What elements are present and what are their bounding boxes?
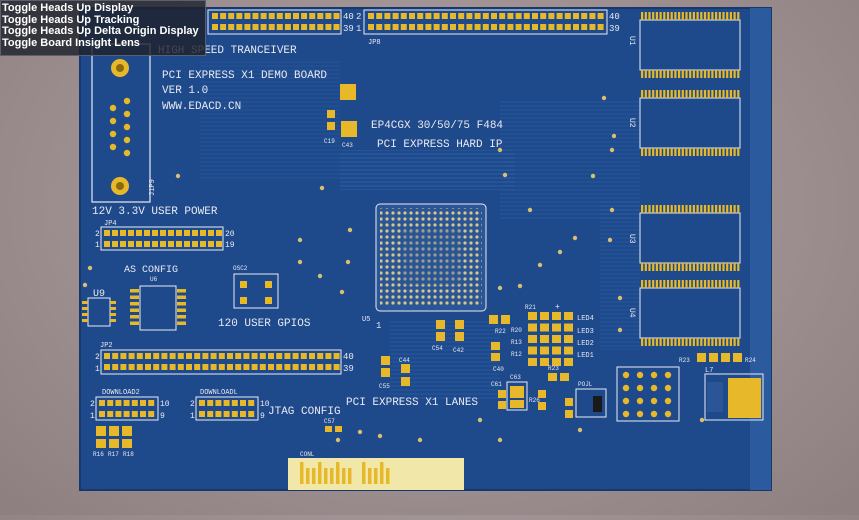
refdes-pcie-conn: CONL [300, 451, 315, 458]
pcie-edge-connector [288, 458, 464, 490]
pad-c-large [340, 84, 356, 100]
refdes-led1: LED1 [577, 352, 594, 360]
pin-label: 20 [225, 230, 235, 239]
refdes-r23: R23 [548, 365, 559, 372]
pin-label: 1 [356, 24, 361, 34]
refdes-jp2: JP2 [100, 342, 113, 350]
refdes-c43: C43 [342, 142, 353, 149]
menu-toggle-insight-lens[interactable]: Toggle Board Insight Lens [2, 37, 205, 50]
refdes-jp8: JP8 [368, 39, 381, 47]
refdes-r23b: R23 [679, 357, 690, 364]
pin-label: 40 [343, 12, 354, 22]
inductor-pad [728, 378, 761, 418]
silk-fpga: EP4CGX 30/50/75 F484 [371, 120, 503, 132]
refdes-r24: R24 [745, 357, 756, 364]
pin-label: 2 [356, 12, 361, 22]
pin-label: 19 [225, 241, 235, 250]
pin-label: 39 [609, 24, 620, 34]
pin-label: 40 [609, 12, 620, 22]
pin-label: 2 [95, 230, 100, 239]
refdes-c54: C54 [432, 345, 443, 352]
pin-label: 1 [95, 365, 100, 374]
pin-label: 9 [160, 412, 165, 421]
pin-label: 1 [376, 321, 381, 331]
refdes-u2: U2 [627, 118, 636, 128]
menu-toggle-heads-up-display[interactable]: Toggle Heads Up Display [2, 2, 205, 15]
silk-download2: DOWNLOAD2 [102, 389, 140, 397]
refdes-r18: R18 [123, 451, 134, 458]
pin-label: 2 [95, 353, 100, 362]
refdes-c61: C61 [491, 381, 502, 388]
silk-title-line3: WWW.EDACD.CN [162, 101, 241, 113]
fpga-bga-chip [375, 203, 487, 312]
refdes-u3: U3 [627, 234, 636, 244]
silk-hard-ip: PCI EXPRESS HARD IP [377, 139, 503, 151]
refdes-led4: LED4 [577, 315, 594, 323]
pin-label: 2 [90, 400, 95, 409]
refdes-u6: U6 [150, 276, 158, 283]
refdes-c44: C44 [399, 357, 410, 364]
silk-title-line2: VER 1.0 [162, 85, 208, 97]
silk-download: DOWNLOADL [200, 389, 238, 397]
hud-menu: Toggle Heads Up Display Toggle Heads Up … [0, 0, 206, 56]
pin-label: 1 [190, 412, 195, 421]
refdes-led2: LED2 [577, 340, 594, 348]
pin-label: 9 [260, 412, 265, 421]
refdes-power: POJL [578, 381, 593, 388]
refdes-c40: C40 [493, 366, 504, 373]
refdes-c42: C42 [453, 347, 464, 354]
silk-as-config: AS CONFIG [124, 265, 178, 276]
refdes-u1: U1 [627, 36, 636, 46]
pin-label: 2 [190, 400, 195, 409]
silk-power: 12V 3.3V USER POWER [92, 206, 218, 218]
pcb-3d-viewport[interactable]: 40 39 2 1 40 39 JP8 HIGH SPEED TRANCEIVE… [0, 0, 859, 515]
refdes-r13: R13 [511, 339, 522, 346]
pin-label: 10 [160, 400, 170, 409]
refdes-r12: R12 [511, 351, 522, 358]
silk-lanes: PCI EXPRESS X1 LANES [346, 397, 478, 409]
refdes-r22: R22 [495, 328, 506, 335]
refdes-c19: C19 [324, 138, 335, 145]
polarity-mark: + [555, 303, 560, 312]
pin-label: 39 [343, 364, 354, 374]
pin-label: 39 [343, 24, 354, 34]
silk-jtag: JTAG CONFIG [268, 406, 341, 418]
pin-label: 1 [90, 412, 95, 421]
refdes-c63: C63 [510, 374, 521, 381]
refdes-u5: U5 [362, 316, 370, 324]
refdes-osc2: OSC2 [233, 265, 248, 272]
pin-label: 1 [95, 241, 100, 250]
refdes-c55: C55 [379, 383, 390, 390]
refdes-c57: C57 [324, 418, 335, 425]
refdes-led3: LED3 [577, 328, 594, 336]
pcb-render: 40 39 2 1 40 39 JP8 HIGH SPEED TRANCEIVE… [79, 7, 772, 491]
silk-title-line1: PCI EXPRESS X1 DEMO BOARD [162, 70, 327, 82]
pin-label: 40 [343, 352, 354, 362]
refdes-conn: J1P9 [149, 179, 157, 196]
refdes-u4: U4 [627, 308, 636, 318]
refdes-r21: R21 [525, 304, 536, 311]
refdes-r20: R20 [511, 327, 522, 334]
refdes-r17: R17 [108, 451, 119, 458]
refdes-r16: R16 [93, 451, 104, 458]
silk-user-gpios: 120 USER GPIOS [218, 318, 311, 330]
